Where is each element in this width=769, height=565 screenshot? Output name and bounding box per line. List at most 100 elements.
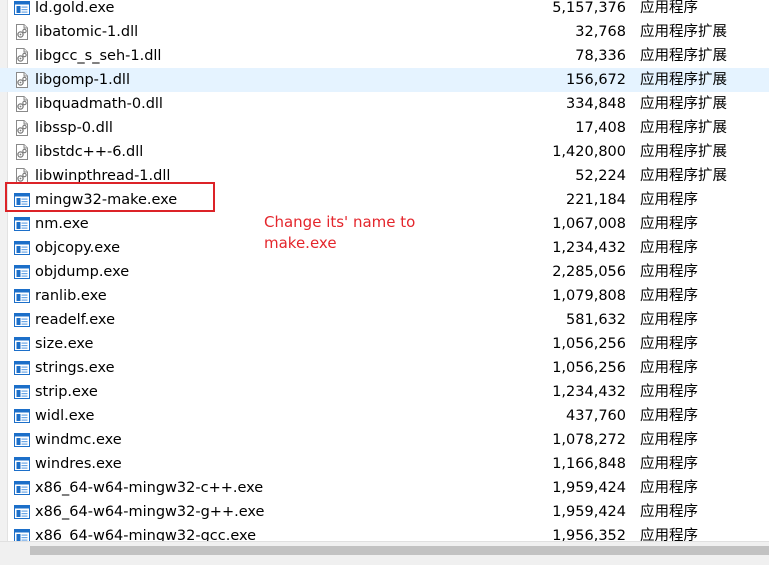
file-size: 1,959,424 <box>552 504 626 520</box>
file-type: 应用程序 <box>640 504 698 520</box>
file-type: 应用程序 <box>640 360 698 376</box>
file-type: 应用程序 <box>640 288 698 304</box>
file-row[interactable]: widl.exe 437,760 应用程序 <box>0 404 769 428</box>
file-type: 应用程序 <box>640 240 698 256</box>
file-row[interactable]: ranlib.exe 1,079,808 应用程序 <box>0 284 769 308</box>
file-size: 156,672 <box>566 72 626 88</box>
file-type: 应用程序扩展 <box>640 168 727 184</box>
file-name[interactable]: windmc.exe <box>35 428 122 452</box>
file-size: 78,336 <box>575 48 626 64</box>
file-name[interactable]: windres.exe <box>35 452 122 476</box>
file-size: 1,166,848 <box>552 456 626 472</box>
dll-icon <box>14 168 30 184</box>
file-size: 1,959,424 <box>552 480 626 496</box>
file-size: 1,079,808 <box>552 288 626 304</box>
file-name[interactable]: nm.exe <box>35 212 89 236</box>
exe-icon <box>14 288 30 304</box>
exe-icon <box>14 384 30 400</box>
file-row[interactable]: strip.exe 1,234,432 应用程序 <box>0 380 769 404</box>
file-name[interactable]: objdump.exe <box>35 260 129 284</box>
file-type: 应用程序 <box>640 336 698 352</box>
file-row[interactable]: windmc.exe 1,078,272 应用程序 <box>0 428 769 452</box>
file-name[interactable]: size.exe <box>35 332 93 356</box>
file-name[interactable]: libwinpthread-1.dll <box>35 164 170 188</box>
file-size: 1,078,272 <box>552 432 626 448</box>
file-size: 221,184 <box>566 192 626 208</box>
file-size: 32,768 <box>575 24 626 40</box>
file-row[interactable]: libstdc++-6.dll 1,420,800 应用程序扩展 <box>0 140 769 164</box>
exe-icon <box>14 360 30 376</box>
file-name[interactable]: libgcc_s_seh-1.dll <box>35 44 161 68</box>
file-type: 应用程序 <box>640 192 698 208</box>
file-size: 334,848 <box>566 96 626 112</box>
file-row[interactable]: libquadmath-0.dll 334,848 应用程序扩展 <box>0 92 769 116</box>
file-size: 52,224 <box>575 168 626 184</box>
dll-icon <box>14 144 30 160</box>
exe-icon <box>14 336 30 352</box>
file-name[interactable]: mingw32-make.exe <box>35 188 177 212</box>
file-row[interactable]: libwinpthread-1.dll 52,224 应用程序扩展 <box>0 164 769 188</box>
file-type: 应用程序扩展 <box>640 24 727 40</box>
file-name[interactable]: libgomp-1.dll <box>35 68 130 92</box>
file-type: 应用程序 <box>640 264 698 280</box>
horizontal-scrollbar[interactable] <box>0 541 769 565</box>
file-name[interactable]: strings.exe <box>35 356 115 380</box>
file-row[interactable]: libgcc_s_seh-1.dll 78,336 应用程序扩展 <box>0 44 769 68</box>
file-row[interactable]: libatomic-1.dll 32,768 应用程序扩展 <box>0 20 769 44</box>
file-size: 1,067,008 <box>552 216 626 232</box>
file-name[interactable]: x86_64-w64-mingw32-c++.exe <box>35 476 263 500</box>
exe-icon <box>14 216 30 232</box>
file-name[interactable]: strip.exe <box>35 380 98 404</box>
exe-icon <box>14 504 30 520</box>
file-name[interactable]: ranlib.exe <box>35 284 107 308</box>
file-size: 1,234,432 <box>552 240 626 256</box>
file-type: 应用程序扩展 <box>640 144 727 160</box>
dll-icon <box>14 24 30 40</box>
file-type: 应用程序扩展 <box>640 48 727 64</box>
file-size: 5,157,376 <box>552 0 626 16</box>
file-size: 1,234,432 <box>552 384 626 400</box>
exe-icon <box>14 432 30 448</box>
exe-icon <box>14 408 30 424</box>
file-size: 1,056,256 <box>552 360 626 376</box>
file-size: 1,056,256 <box>552 336 626 352</box>
file-type: 应用程序 <box>640 384 698 400</box>
file-row[interactable]: windres.exe 1,166,848 应用程序 <box>0 452 769 476</box>
exe-icon <box>14 0 30 16</box>
file-type: 应用程序 <box>640 432 698 448</box>
file-name[interactable]: libstdc++-6.dll <box>35 140 143 164</box>
file-row[interactable]: x86_64-w64-mingw32-g++.exe 1,959,424 应用程序 <box>0 500 769 524</box>
file-row[interactable]: x86_64-w64-mingw32-c++.exe 1,959,424 应用程序 <box>0 476 769 500</box>
file-row[interactable]: ld.gold.exe 5,157,376 应用程序 <box>0 0 769 20</box>
dll-icon <box>14 96 30 112</box>
file-size: 1,420,800 <box>552 144 626 160</box>
file-name[interactable]: libssp-0.dll <box>35 116 113 140</box>
file-name[interactable]: x86_64-w64-mingw32-g++.exe <box>35 500 264 524</box>
file-row[interactable]: libssp-0.dll 17,408 应用程序扩展 <box>0 116 769 140</box>
file-row[interactable]: mingw32-make.exe 221,184 应用程序 <box>0 188 769 212</box>
dll-icon <box>14 48 30 64</box>
file-size: 17,408 <box>575 120 626 136</box>
file-row[interactable]: strings.exe 1,056,256 应用程序 <box>0 356 769 380</box>
file-row[interactable]: readelf.exe 581,632 应用程序 <box>0 308 769 332</box>
dll-icon <box>14 120 30 136</box>
exe-icon <box>14 264 30 280</box>
file-size: 581,632 <box>566 312 626 328</box>
file-type: 应用程序 <box>640 0 698 16</box>
horizontal-scrollbar-thumb[interactable] <box>30 546 769 555</box>
file-explorer-list-view: ld.gold.exe 5,157,376 应用程序 libatomic-1.dll 3… <box>0 0 769 565</box>
file-name[interactable]: libatomic-1.dll <box>35 20 138 44</box>
file-type: 应用程序扩展 <box>640 72 727 88</box>
exe-icon <box>14 240 30 256</box>
file-row[interactable]: objdump.exe 2,285,056 应用程序 <box>0 260 769 284</box>
file-type: 应用程序 <box>640 408 698 424</box>
file-name[interactable]: objcopy.exe <box>35 236 120 260</box>
file-name[interactable]: ld.gold.exe <box>35 0 114 20</box>
file-row[interactable]: size.exe 1,056,256 应用程序 <box>0 332 769 356</box>
file-type: 应用程序 <box>640 456 698 472</box>
file-row[interactable]: libgomp-1.dll 156,672 应用程序扩展 <box>0 68 769 92</box>
file-name[interactable]: libquadmath-0.dll <box>35 92 163 116</box>
exe-icon <box>14 456 30 472</box>
file-name[interactable]: readelf.exe <box>35 308 115 332</box>
file-name[interactable]: widl.exe <box>35 404 94 428</box>
